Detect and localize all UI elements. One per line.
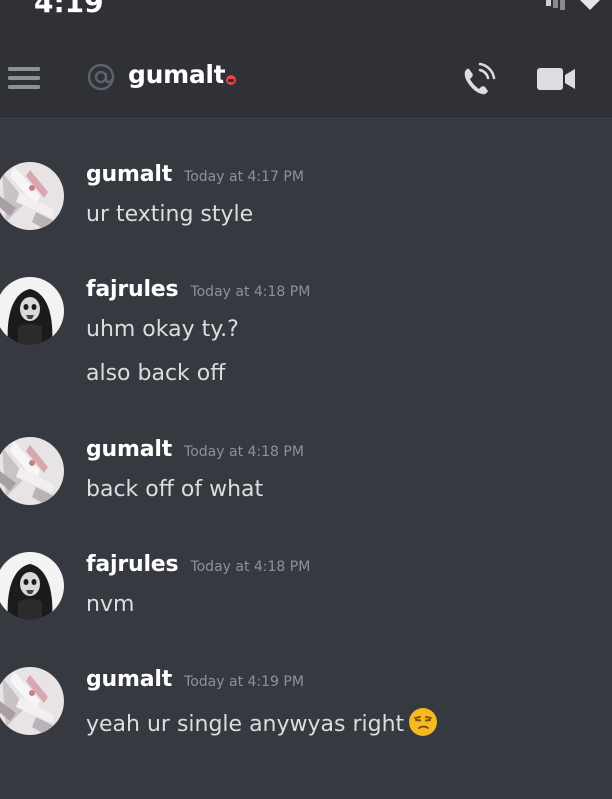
author-name[interactable]: fajrules [86,277,179,302]
author-name[interactable]: gumalt [86,162,172,187]
message-timestamp: Today at 4:18 PM [190,559,311,575]
fajrules-avatar[interactable] [0,552,64,620]
message-text: uhm okay ty.? [86,317,239,342]
message-text-row: yeah ur single anywyas right [86,707,438,737]
wifi-icon [580,0,600,10]
message-timestamp: Today at 4:18 PM [190,284,311,300]
message-header: gumalt Today at 4:17 PM [86,162,304,187]
signal-icon [546,0,565,10]
video-call-icon[interactable] [536,64,576,94]
gumalt-avatar[interactable] [0,162,64,230]
hamburger-menu-icon[interactable] [8,66,40,90]
message-header: fajrules Today at 4:18 PM [86,552,310,577]
message-timestamp: Today at 4:19 PM [184,674,304,690]
message-text: back off of what [86,477,264,502]
author-name[interactable]: gumalt [86,667,172,692]
message-timestamp: Today at 4:18 PM [184,444,304,460]
dnd-status-icon [223,72,239,88]
status-bar: 4:19 [0,0,612,22]
message-text: nvm [86,592,135,617]
message-header: gumalt Today at 4:18 PM [86,437,304,462]
message-text: yeah ur single anywyas right [86,712,405,737]
author-name[interactable]: gumalt [86,437,172,462]
voice-call-icon[interactable] [458,60,498,100]
gumalt-avatar[interactable] [0,437,64,505]
message-timestamp: Today at 4:17 PM [184,169,304,185]
at-sign-icon [87,63,115,91]
message-text: ur texting style [86,202,254,227]
system-icons [546,0,600,10]
fajrules-avatar[interactable] [0,277,64,345]
status-time: 4:19 [34,0,104,19]
gumalt-avatar[interactable] [0,667,64,735]
author-name[interactable]: fajrules [86,552,179,577]
channel-header: gumalt [0,22,612,117]
message-header: fajrules Today at 4:18 PM [86,277,310,302]
channel-title[interactable]: gumalt [128,60,226,89]
message-header: gumalt Today at 4:19 PM [86,667,304,692]
unamused-face-emoji-icon [409,708,438,736]
message-text: also back off [86,361,226,386]
